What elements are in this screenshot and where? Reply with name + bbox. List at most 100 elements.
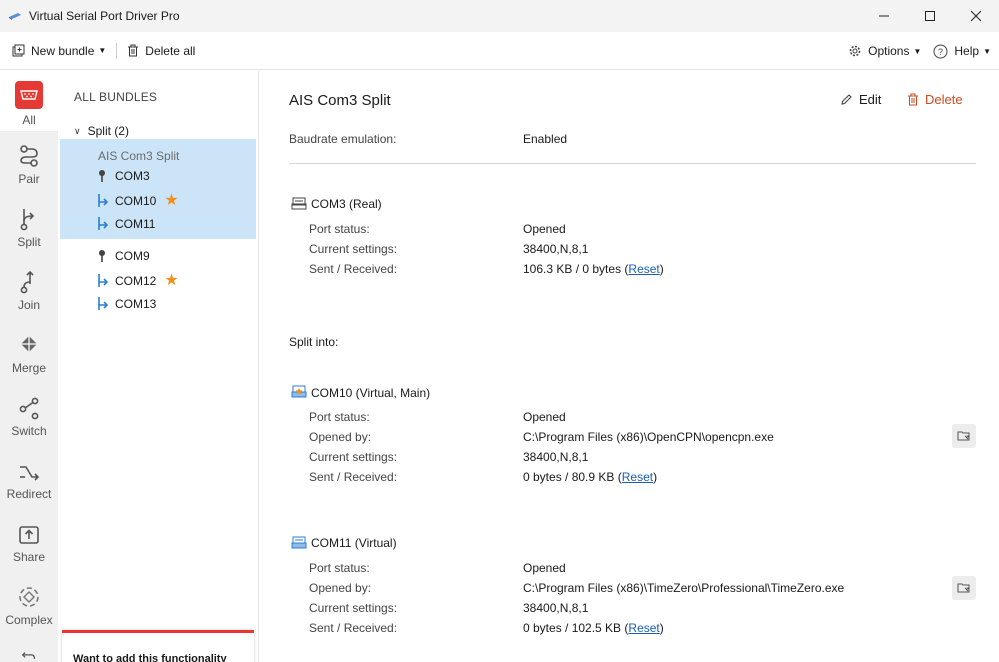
port-label: COM11 <box>115 217 156 231</box>
rail-label: Switch <box>11 424 47 438</box>
rail-label: All <box>22 113 36 127</box>
tree-node-virtual-port[interactable]: COM12 ★ <box>96 273 179 289</box>
sent-received-label: Sent / Received: <box>309 262 398 276</box>
new-bundle-button[interactable]: New bundle ▼ <box>8 38 110 64</box>
folder-icon <box>957 431 970 441</box>
open-folder-button[interactable] <box>952 576 976 600</box>
maximize-button[interactable] <box>907 0 953 32</box>
window-title: Virtual Serial Port Driver Pro <box>29 9 180 23</box>
rail-item-complex[interactable]: Complex <box>0 575 58 635</box>
sent-received-label: Sent / Received: <box>309 621 398 635</box>
tree-header: ALL BUNDLES <box>74 90 158 104</box>
port-section-title: COM11 (Virtual) <box>291 536 397 550</box>
open-folder-button[interactable] <box>952 424 976 448</box>
join-icon <box>20 270 34 294</box>
baudrate-label: Baudrate emulation: <box>289 132 397 146</box>
rail-item-join[interactable]: Join <box>0 260 58 320</box>
tree-node-virtual-port[interactable]: COM10 ★ <box>96 193 179 209</box>
star-icon: ★ <box>164 272 179 289</box>
real-port-icon <box>96 169 108 183</box>
delete-all-button[interactable]: Delete all <box>123 38 199 64</box>
promo-banner[interactable]: Want to add this functionality <box>62 630 254 662</box>
tree-node-virtual-port[interactable]: COM13 <box>96 297 156 311</box>
opened-by-label: Opened by: <box>309 581 372 595</box>
trash-icon <box>908 93 918 106</box>
rail-label: Share <box>12 550 46 564</box>
divider <box>289 163 976 164</box>
rail-label: Split <box>17 235 41 249</box>
title-bar: Virtual Serial Port Driver Pro <box>0 0 999 32</box>
group-label: Split (2) <box>87 124 129 138</box>
pencil-icon <box>841 94 852 105</box>
help-button[interactable]: ? Help ▼ <box>929 38 995 64</box>
serial-port-icon <box>15 81 43 109</box>
settings-label: Current settings: <box>309 242 398 256</box>
rail-item-pair[interactable]: Pair <box>0 134 58 194</box>
sent-received-value: 106.3 KB / 0 bytes (Reset) <box>523 262 664 276</box>
reset-link[interactable]: Reset <box>622 470 653 484</box>
tree-node-real-port[interactable]: COM3 <box>96 169 150 183</box>
port-label: COM12 <box>115 274 157 288</box>
toolbar: New bundle ▼ Delete all Options ▼ ? Help… <box>0 32 999 70</box>
gear-icon <box>849 45 861 57</box>
edit-label: Edit <box>859 92 882 107</box>
port-section-title: COM10 (Virtual, Main) <box>291 385 430 400</box>
reset-link[interactable]: Reset <box>628 262 659 276</box>
tree-node-virtual-port[interactable]: COM11 <box>96 217 155 231</box>
delete-button[interactable]: Delete <box>907 92 963 107</box>
back-arrow-icon <box>21 652 36 659</box>
reset-link[interactable]: Reset <box>628 621 659 635</box>
minimize-button[interactable] <box>861 0 907 32</box>
page-title: AIS Com3 Split <box>289 92 391 109</box>
settings-value: 38400,N,8,1 <box>523 601 589 615</box>
branch-icon <box>96 194 108 208</box>
rail-item-switch[interactable]: Switch <box>0 386 58 446</box>
tree-node-real-port[interactable]: COM9 <box>96 249 150 263</box>
port-label: COM10 <box>115 194 157 208</box>
rail-label: Merge <box>11 361 46 375</box>
bundle-details: AIS Com3 Split Edit Delete Baudrate emul… <box>260 71 999 662</box>
rail-item-all[interactable]: All <box>0 71 58 131</box>
settings-label: Current settings: <box>309 601 398 615</box>
delete-all-label: Delete all <box>145 43 196 58</box>
trash-icon <box>128 44 139 57</box>
help-label: Help <box>954 44 980 58</box>
minimize-icon <box>879 15 889 17</box>
port-title: COM11 (Virtual) <box>311 536 397 550</box>
port-label: COM3 <box>115 169 150 183</box>
sent-received-label: Sent / Received: <box>309 470 398 484</box>
rail-label: Redirect <box>6 487 52 501</box>
merge-icon <box>21 336 37 352</box>
port-title: COM3 (Real) <box>311 197 382 211</box>
sent-received-text: 106.3 KB / 0 bytes <box>523 262 622 276</box>
tree-group-split[interactable]: ∨ Split (2) <box>74 124 129 138</box>
toolbar-divider <box>116 42 118 59</box>
rail-item-redirect[interactable]: Redirect <box>0 449 58 509</box>
rail-item-share[interactable]: Share <box>0 512 58 572</box>
port-title: COM10 (Virtual, Main) <box>311 385 431 400</box>
settings-value: 38400,N,8,1 <box>523 242 589 256</box>
baudrate-value: Enabled <box>523 132 568 146</box>
new-bundle-icon <box>12 44 25 57</box>
options-label: Options <box>868 44 910 58</box>
split-into-label: Split into: <box>289 335 339 349</box>
serial-port-icon <box>291 197 307 210</box>
sent-received-text: 0 bytes / 80.9 KB <box>523 470 615 484</box>
edit-button[interactable]: Edit <box>840 92 881 107</box>
virtual-port-main-icon <box>291 385 307 398</box>
svg-text:?: ? <box>938 47 943 57</box>
settings-value: 38400,N,8,1 <box>523 450 589 464</box>
rail-item-more[interactable] <box>0 645 58 662</box>
close-button[interactable] <box>953 0 999 32</box>
port-status-value: Opened <box>523 410 566 424</box>
rail-item-merge[interactable]: Merge <box>0 323 58 383</box>
branch-icon <box>96 297 108 311</box>
options-button[interactable]: Options ▼ <box>844 38 925 64</box>
pair-icon <box>20 145 38 167</box>
new-bundle-label: New bundle <box>31 43 95 58</box>
rail-label: Complex <box>5 613 53 627</box>
app-icon <box>9 13 21 20</box>
sent-received-text: 0 bytes / 102.5 KB <box>523 621 622 635</box>
port-status-label: Port status: <box>309 410 370 424</box>
rail-item-split[interactable]: Split <box>0 197 58 257</box>
